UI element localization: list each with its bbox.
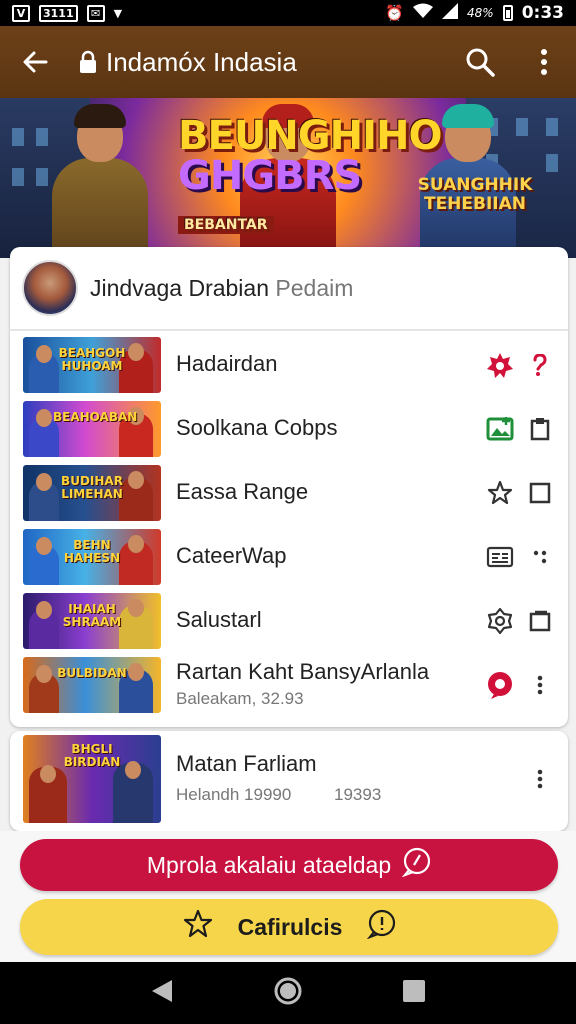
secondary-button-label: Cafirulcis <box>237 913 343 940</box>
profile-name: Jindvaga Drabian <box>90 274 270 301</box>
profile-subtitle: Pedaim <box>275 274 354 301</box>
secondary-button[interactable]: Cafirulcis <box>20 899 558 955</box>
thumbnail: BEAHOABAN <box>23 401 161 457</box>
question-mark-icon[interactable] <box>526 349 554 381</box>
thumbnail: BEAHGOH HUHOAM <box>23 337 161 393</box>
more-vert-icon[interactable] <box>526 669 554 701</box>
list-item-title: Matan Farliam <box>176 751 317 776</box>
thumbnail: BUDIHAR LIMEHAN <box>23 465 161 521</box>
search-icon[interactable] <box>448 26 512 98</box>
flower-badge-icon[interactable] <box>484 349 516 381</box>
list-item-title: Hadairdan <box>176 351 278 376</box>
content-card: Jindvaga Drabian Pedaim BEAHGOH HUHOAM H… <box>10 247 568 727</box>
photo-add-icon[interactable] <box>484 413 516 445</box>
list-item[interactable]: BEHN HAHESN CateerWap <box>10 525 568 589</box>
app-title: Indamóx Indasia <box>106 46 297 77</box>
list-item[interactable]: BUDIHAR LIMEHAN Eassa Range <box>10 461 568 525</box>
dots-icon[interactable] <box>526 541 554 573</box>
copy-icon[interactable] <box>526 605 554 637</box>
more-vert-icon[interactable] <box>526 763 554 795</box>
square-outline-icon[interactable] <box>526 477 554 509</box>
primary-button-label: Mprola akalaiu ataeldap <box>146 851 392 878</box>
list-item-count: 19393 <box>334 785 382 804</box>
profile-header[interactable]: Jindvaga Drabian Pedaim <box>10 247 568 331</box>
banner-right-logo: SUANGHHIK TEHEBIIAN <box>417 175 533 214</box>
banner-logo: BEUNGHIHO GHGBRS BEBANTAR <box>178 113 442 234</box>
content-card-secondary: BHGLI BIRDIAN Matan Farliam Helandh 1999… <box>10 731 568 831</box>
lock-icon <box>70 50 106 74</box>
list-item[interactable]: BHGLI BIRDIAN Matan Farliam Helandh 1999… <box>10 731 568 827</box>
thumbnail: BULBIDAN <box>23 657 161 713</box>
list-item-title: Rartan Kaht BansyArlanla <box>176 659 430 684</box>
nav-recents-icon[interactable] <box>402 979 426 1008</box>
list-item[interactable]: BULBIDAN Rartan Kaht BansyArlanla Baleak… <box>10 653 568 717</box>
profile-name-line: Jindvaga Drabian Pedaim <box>90 275 353 302</box>
wifi-icon <box>413 3 434 23</box>
primary-button[interactable]: Mprola akalaiu ataeldap <box>20 839 558 891</box>
battery-icon <box>502 5 513 21</box>
back-arrow-icon[interactable] <box>0 26 70 98</box>
notification-sim-icon: 3111 <box>39 4 78 22</box>
list-item-subtitle: Helandh 19990 <box>176 785 292 804</box>
list-item[interactable]: BEAHOABAN Soolkana Cobps <box>10 397 568 461</box>
clipboard-icon[interactable] <box>526 413 554 445</box>
expand-icon: ▼ <box>113 6 123 20</box>
action-bar: Mprola akalaiu ataeldap Cafirulcis <box>0 831 576 962</box>
more-vert-icon[interactable] <box>512 26 576 98</box>
hero-banner[interactable]: BEUNGHIHO GHGBRS BEBANTAR SUANGHHIK TEHE… <box>0 98 576 258</box>
app-bar: Indamóx Indasia <box>0 26 576 98</box>
system-nav-bar <box>0 962 576 1024</box>
list-item-title: CateerWap <box>176 543 287 568</box>
notification-mail-icon: ✉ <box>86 4 105 22</box>
list-item-title: Salustarl <box>176 607 262 632</box>
location-pin-icon[interactable] <box>484 669 516 701</box>
list-item-subtitle: Baleakam, 32.93 <box>176 689 304 708</box>
list-item-title: Eassa Range <box>176 479 309 504</box>
star-outline-icon[interactable] <box>484 477 516 509</box>
notification-v-icon: V <box>12 4 30 22</box>
gear-outline-icon[interactable] <box>484 605 516 637</box>
signal-icon <box>442 3 459 23</box>
clock: 0:33 <box>521 3 564 23</box>
nav-home-icon[interactable] <box>273 976 303 1011</box>
avatar[interactable] <box>22 260 78 316</box>
thumbnail: BHGLI BIRDIAN <box>23 735 161 823</box>
chat-bubble-icon <box>401 847 431 883</box>
thumbnail: BEHN HAHESN <box>23 529 161 585</box>
list-item[interactable]: IHAIAH SHRAAM Salustarl <box>10 589 568 653</box>
id-card-icon[interactable] <box>484 541 516 573</box>
status-bar: V 3111 ✉ ▼ ⏰ 48% 0:33 <box>0 0 576 26</box>
list-item-title: Soolkana Cobps <box>176 415 338 440</box>
nav-back-icon[interactable] <box>150 978 174 1009</box>
thumbnail: IHAIAH SHRAAM <box>23 593 161 649</box>
banner-hero-left <box>52 104 148 258</box>
list-item[interactable]: BEAHGOH HUHOAM Hadairdan <box>10 333 568 397</box>
chat-bubble-icon <box>366 909 396 945</box>
battery-percent: 48% <box>467 6 494 20</box>
alarm-icon: ⏰ <box>385 4 405 22</box>
screen: V 3111 ✉ ▼ ⏰ 48% 0:33 Indamóx Indasia BE… <box>0 0 576 1024</box>
star-outline-icon <box>182 908 214 946</box>
